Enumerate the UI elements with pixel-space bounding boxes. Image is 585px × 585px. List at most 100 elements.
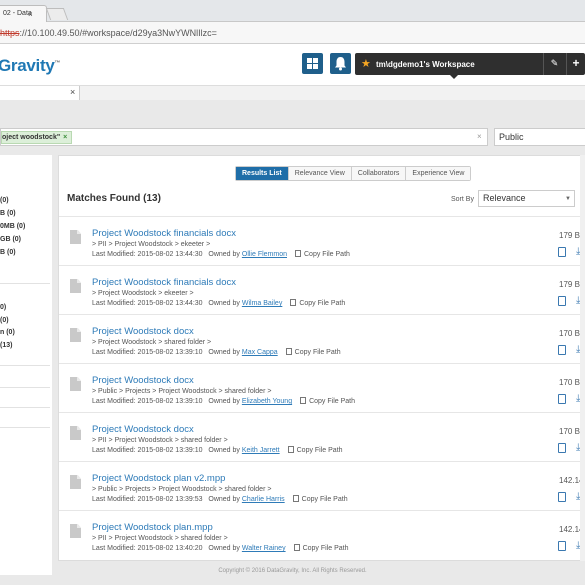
tab-relevance-view[interactable]: Relevance View [288, 167, 352, 180]
close-tab-icon[interactable]: × [28, 10, 33, 19]
query-tag[interactable]: oject woodstock" × [1, 131, 73, 144]
workspace-caret-icon [450, 75, 458, 79]
copy-icon[interactable] [295, 250, 301, 257]
result-row[interactable]: Project Woodstock financials docx > Proje… [59, 265, 585, 314]
close-subtab-icon[interactable]: × [70, 87, 75, 97]
facet-item[interactable]: (0) [0, 317, 9, 324]
preview-icon[interactable] [558, 541, 566, 551]
facet-sidebar: (0) B (0) 0MB (0) GB (0) B (0) 0) (0) n … [0, 155, 52, 575]
copy-icon[interactable] [290, 299, 297, 306]
owner-link[interactable]: Elizabeth Young [242, 398, 292, 405]
result-row[interactable]: Project Woodstock docx > Project Woodstoc… [59, 314, 585, 363]
query-tag-label: oject woodstock" [2, 134, 61, 141]
url-path: ://10.100.49.50/#workspace/d29ya3NwYWNlI… [19, 28, 217, 38]
facet-item[interactable]: GB (0) [0, 236, 21, 243]
edit-workspace-button[interactable]: ✎ [543, 53, 565, 75]
facet-item[interactable]: n (0) [0, 329, 15, 336]
new-tab-button[interactable] [45, 8, 69, 20]
workspace-label: tm\dgdemo1's Workspace [376, 60, 475, 69]
document-icon [70, 426, 81, 440]
facet-item[interactable]: (13) [0, 342, 12, 349]
result-meta: Last Modified: 2015-08-02 13:39:10 Owned… [92, 446, 343, 454]
sort-select[interactable]: Relevance [478, 190, 575, 207]
tab-results-list[interactable]: Results List [236, 167, 289, 180]
facet-item[interactable]: B (0) [0, 249, 16, 256]
result-title-link[interactable]: Project Woodstock plan v2.mpp [92, 473, 225, 484]
result-row[interactable]: Project Woodstock docx > PII > Project Wo… [59, 412, 585, 461]
address-bar[interactable]: https://10.100.49.50/#workspace/d29ya3Nw… [0, 22, 585, 44]
tab-collaborators[interactable]: Collaborators [351, 167, 407, 180]
app-header: Gravity™ ★ tm\dgdemo1's Workspace ✎ + [0, 44, 585, 86]
result-row[interactable]: Project Woodstock financials docx > PII >… [59, 216, 585, 265]
add-workspace-button[interactable]: + [566, 53, 585, 75]
preview-icon[interactable] [558, 345, 566, 355]
owner-link[interactable]: Keith Jarrett [242, 447, 280, 454]
notifications-button[interactable] [330, 53, 351, 74]
result-title-link[interactable]: Project Woodstock financials docx [92, 277, 236, 288]
last-modified-value: 2015-08-02 13:39:53 [137, 496, 203, 503]
sidebar-divider [0, 365, 50, 366]
copy-file-path-link[interactable]: Copy File Path [303, 545, 349, 552]
preview-icon[interactable] [558, 492, 566, 502]
preview-icon[interactable] [558, 443, 566, 453]
owner-link[interactable]: Charlie Harris [242, 496, 285, 503]
last-modified-value: 2015-08-02 13:39:10 [137, 349, 203, 356]
search-subtab[interactable]: × [0, 86, 80, 100]
facet-item[interactable]: 0) [0, 304, 6, 311]
result-title-link[interactable]: Project Woodstock docx [92, 326, 194, 337]
result-title-link[interactable]: Project Woodstock plan.mpp [92, 522, 213, 533]
result-path: > Project Woodstock > ekeeter > [92, 290, 194, 297]
copy-file-path-link[interactable]: Copy File Path [299, 300, 345, 307]
result-row[interactable]: Project Woodstock docx > Public > Project… [59, 363, 585, 412]
scope-select[interactable]: Public [494, 128, 585, 146]
owner-link[interactable]: Max Cappa [242, 349, 278, 356]
owner-link[interactable]: Walter Rainey [242, 545, 286, 552]
clear-search-icon[interactable]: × [477, 132, 482, 141]
result-meta: Last Modified: 2015-08-02 13:44:30 Owned… [92, 299, 345, 307]
copy-icon[interactable] [300, 397, 307, 404]
copy-file-path-link[interactable]: Copy File Path [309, 398, 355, 405]
owner-link[interactable]: Ollie Flemmon [242, 251, 287, 258]
last-modified-label: Last Modified: [92, 545, 136, 552]
browser-tab-bar: 02 - Data × [0, 0, 585, 22]
facet-item[interactable]: 0MB (0) [0, 223, 25, 230]
search-input[interactable]: oject woodstock" × × [0, 128, 488, 146]
apps-grid-button[interactable] [302, 53, 323, 74]
result-meta: Last Modified: 2015-08-02 13:44:30 Owned… [92, 250, 350, 258]
preview-icon[interactable] [558, 247, 566, 257]
logo[interactable]: Gravity™ [0, 56, 60, 76]
copy-file-path-link[interactable]: Copy File Path [295, 349, 341, 356]
copy-file-path-link[interactable]: Copy File Path [304, 251, 350, 258]
last-modified-label: Last Modified: [92, 300, 136, 307]
last-modified-value: 2015-08-02 13:40:20 [137, 545, 203, 552]
last-modified-label: Last Modified: [92, 447, 136, 454]
facet-item[interactable]: (0) [0, 197, 9, 204]
subtab-bar: × [0, 86, 585, 100]
copy-file-path-link[interactable]: Copy File Path [297, 447, 343, 454]
preview-icon[interactable] [558, 394, 566, 404]
url-text[interactable]: https://10.100.49.50/#workspace/d29ya3Nw… [0, 28, 217, 38]
result-title-link[interactable]: Project Woodstock docx [92, 424, 194, 435]
preview-icon[interactable] [558, 296, 566, 306]
workspace-selector[interactable]: ★ tm\dgdemo1's Workspace ✎ + [355, 53, 585, 79]
browser-tab[interactable]: 02 - Data × [0, 5, 47, 22]
star-icon[interactable]: ★ [361, 57, 371, 70]
result-row[interactable]: Project Woodstock plan.mpp > PII > Projec… [59, 510, 585, 559]
copy-icon[interactable] [293, 544, 300, 551]
facet-item[interactable]: B (0) [0, 210, 16, 217]
copy-icon[interactable] [292, 495, 299, 502]
tab-experience-view[interactable]: Experience View [406, 167, 471, 180]
scrollbar[interactable] [580, 155, 585, 561]
result-path: > PII > Project Woodstock > shared folde… [92, 535, 228, 542]
copy-icon[interactable] [285, 348, 292, 355]
bell-icon [335, 57, 346, 71]
logo-text: Gravity [0, 56, 55, 75]
result-row[interactable]: Project Woodstock plan v2.mpp > Public > … [59, 461, 585, 510]
owner-link[interactable]: Wilma Bailey [242, 300, 282, 307]
result-title-link[interactable]: Project Woodstock financials docx [92, 228, 236, 239]
result-title-link[interactable]: Project Woodstock docx [92, 375, 194, 386]
sidebar-divider [0, 283, 50, 284]
copy-icon[interactable] [287, 446, 294, 453]
remove-tag-icon[interactable]: × [63, 134, 67, 141]
copy-file-path-link[interactable]: Copy File Path [302, 496, 348, 503]
